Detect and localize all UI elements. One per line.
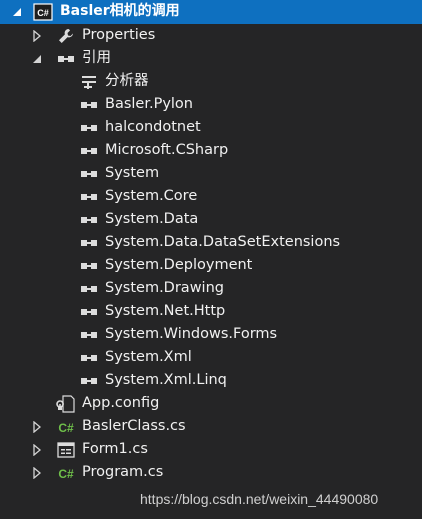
expand-arrow-closed-icon[interactable] [31,421,43,433]
tree-item-label: Program.cs [82,464,164,480]
tree-item-label: BaslerClass.cs [82,418,186,434]
reference-item[interactable]: System.Data [0,208,422,231]
reference-icon [79,326,99,344]
tree-item-label: System.Data [105,211,199,227]
reference-icon [79,372,99,390]
tree-item-label: System.Drawing [105,280,224,296]
reference-icon [79,119,99,137]
tree-item-app-config[interactable]: App.config [0,392,422,415]
wrench-icon [56,27,76,45]
expand-arrow-open-icon[interactable] [31,53,43,65]
reference-item[interactable]: halcondotnet [0,116,422,139]
reference-item[interactable]: Basler.Pylon [0,93,422,116]
tree-item-properties[interactable]: Properties [0,24,422,47]
project-label: Basler相机的调用 [60,3,180,19]
reference-icon [79,211,99,229]
tree-item-form1-cs[interactable]: Form1.cs [0,438,422,461]
tree-item-label: System.Xml.Linq [105,372,227,388]
tree-item-label: Microsoft.CSharp [105,142,229,158]
reference-icon [79,349,99,367]
reference-item[interactable]: System.Deployment [0,254,422,277]
config-file-icon [56,395,76,413]
tree-item-label: App.config [82,395,160,411]
reference-icon [56,50,76,68]
analyzer-icon [79,73,99,91]
solution-explorer-tree: C# Basler相机的调用 Properties 引用 分析器 Basler.… [0,0,422,519]
tree-item-label: System [105,165,160,181]
csharp-file-icon: C# [56,418,76,436]
svg-text:C#: C# [58,421,74,435]
reference-icon [79,165,99,183]
reference-item[interactable]: System.Drawing [0,277,422,300]
expand-arrow-closed-icon[interactable] [31,467,43,479]
tree-item-program-cs[interactable]: C# Program.cs [0,461,422,484]
svg-text:C#: C# [37,8,49,18]
reference-icon [79,96,99,114]
tree-item-label: System.Deployment [105,257,253,273]
csharp-file-icon: C# [56,464,76,482]
tree-item-label: System.Net.Http [105,303,226,319]
tree-item-label: System.Core [105,188,198,204]
tree-item-label: Basler.Pylon [105,96,193,112]
reference-item[interactable]: System.Core [0,185,422,208]
svg-text:C#: C# [58,467,74,481]
tree-item-references[interactable]: 引用 [0,47,422,70]
reference-item[interactable]: System [0,162,422,185]
reference-icon [79,257,99,275]
tree-item-label: System.Xml [105,349,192,365]
reference-icon [79,188,99,206]
project-node[interactable]: C# Basler相机的调用 [0,0,422,24]
tree-item-label: System.Windows.Forms [105,326,278,342]
tree-item-analyzers[interactable]: 分析器 [0,70,422,93]
reference-item[interactable]: System.Xml [0,346,422,369]
reference-item[interactable]: System.Xml.Linq [0,369,422,392]
tree-item-label: 分析器 [105,73,149,89]
watermark-text: https://blog.csdn.net/weixin_44490080 [140,491,379,507]
reference-icon [79,303,99,321]
tree-item-label: Form1.cs [82,441,148,457]
reference-item[interactable]: System.Net.Http [0,300,422,323]
tree-item-baslerclass-cs[interactable]: C# BaslerClass.cs [0,415,422,438]
reference-item[interactable]: Microsoft.CSharp [0,139,422,162]
csharp-project-icon: C# [33,3,53,21]
reference-icon [79,142,99,160]
expand-arrow-open-icon[interactable] [11,6,23,18]
reference-item[interactable]: System.Windows.Forms [0,323,422,346]
expand-arrow-closed-icon[interactable] [31,30,43,42]
tree-item-label: 引用 [82,50,111,66]
reference-icon [79,234,99,252]
tree-item-label: System.Data.DataSetExtensions [105,234,341,250]
tree-item-label: halcondotnet [105,119,201,135]
reference-item[interactable]: System.Data.DataSetExtensions [0,231,422,254]
expand-arrow-closed-icon[interactable] [31,444,43,456]
reference-icon [79,280,99,298]
form-icon [56,441,76,459]
tree-item-label: Properties [82,27,156,43]
